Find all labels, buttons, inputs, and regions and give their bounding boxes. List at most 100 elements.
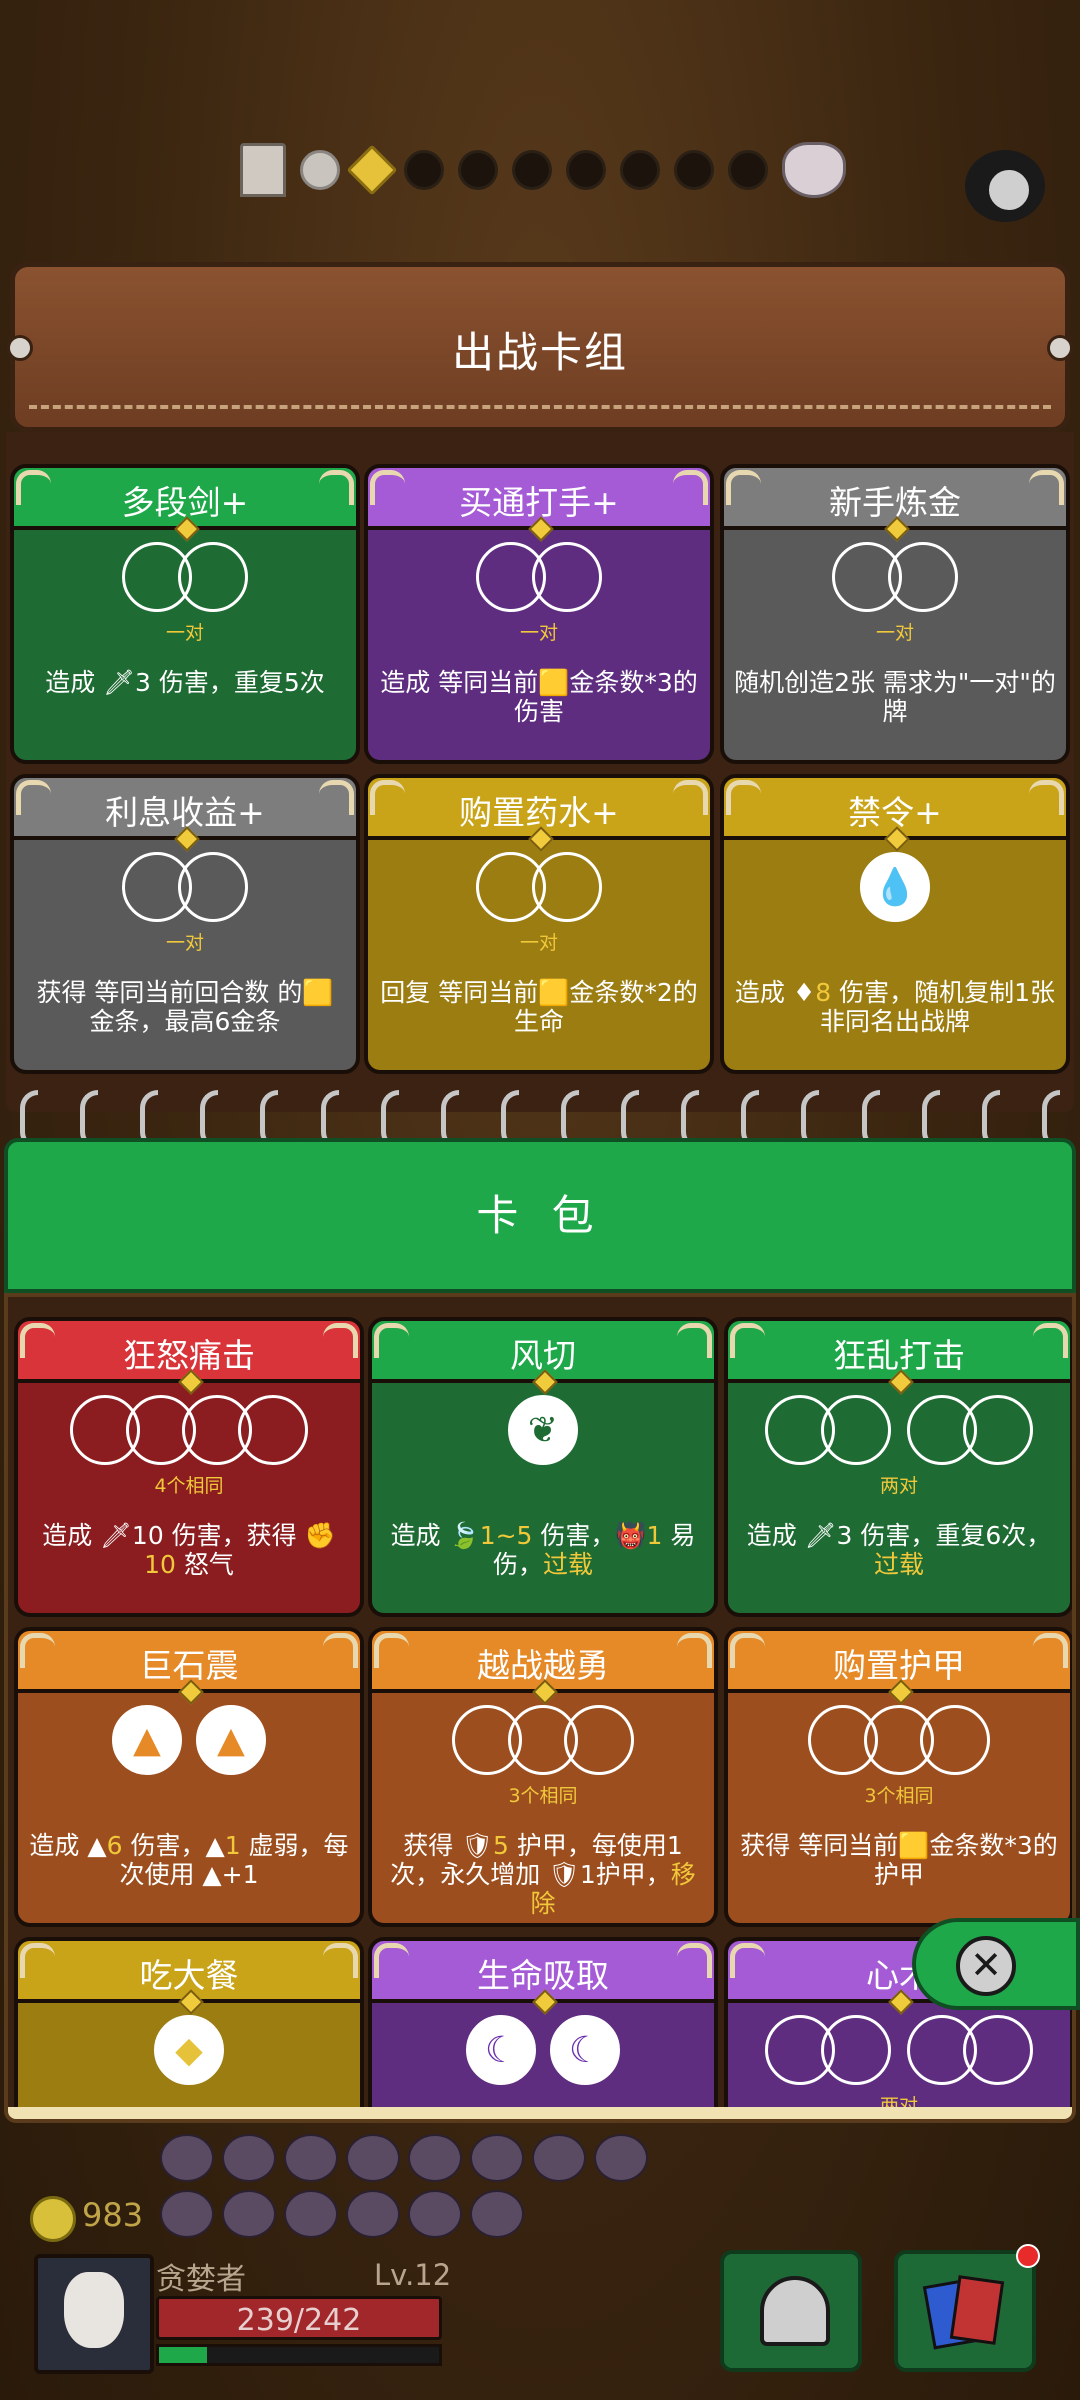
pack-card[interactable]: 风切 ❦ 造成 🍃1~5 伤害，👹1 易伤，过载 [368,1317,718,1617]
deck-banner: 出战卡组 [7,262,1073,432]
card-description: 造成 🗡3 伤害，重复6次，过载 [746,1521,1052,1579]
boss-skull-icon [782,142,846,198]
card-slots [18,1395,360,1465]
coin-icon [30,2196,76,2242]
slot-ring [178,852,248,922]
deck-card[interactable]: 多段剑+ 一对 造成 🗡3 伤害，重复5次 [10,464,360,764]
deck-card[interactable]: 新手炼金 一对 随机创造2张 需求为"一对"的牌 [720,464,1070,764]
deck-card[interactable]: 买通打手+ 一对 造成 等同当前🟨金条数*3的伤害 [364,464,714,764]
rock-icon: ▲ [196,1705,266,1775]
stage-node [458,150,498,190]
card-requirement: 4个相同 [154,1475,224,1497]
relic-icon [284,2190,338,2238]
castle-icon [240,143,286,197]
gold-amount: 983 [82,2196,144,2234]
hp-bar: 239/242 [156,2296,442,2340]
slot-ring [888,542,958,612]
relic-icon [160,2190,214,2238]
pack-header: 卡 包 [4,1138,1076,1293]
pack-card[interactable]: 巨石震 ▲ ▲ 造成 ▲6 伤害，▲1 虚弱，每次使用 ▲+1 [14,1627,364,1927]
relic-icon [222,2134,276,2182]
card-requirement: 两对 [879,2095,918,2107]
leaf-icon: ❦ [508,1395,578,1465]
pack-card[interactable]: 生命吸取 ☾ ☾ [368,1937,718,2107]
stage-node [404,150,444,190]
pack-card[interactable]: 购置护甲 3个相同 获得 等同当前🟨金条数*3的护甲 [724,1627,1072,1927]
card-slots [368,542,710,612]
relic-icon [470,2190,524,2238]
stage-node [566,150,606,190]
card-requirement: 两对 [879,1475,918,1497]
player-name: 贪婪者 [156,2262,246,2297]
deck-title: 出战卡组 [451,328,628,377]
card-slots: 💧 [724,852,1066,922]
pack-card[interactable]: 越战越勇 3个相同 获得 🛡5 护甲，每使用1次，永久增加 🛡1护甲，移除 [368,1627,718,1927]
hp-text: 239/242 [236,2303,362,2338]
card-slots: ☾ ☾ [372,2015,714,2085]
stitch-divider [29,405,1051,409]
card-requirement: 一对 [875,622,914,644]
pack-title: 卡 包 [476,1191,604,1240]
card-slots: ▲ ▲ [18,1705,360,1775]
close-button[interactable]: ✕ [912,1918,1080,2010]
card-requirement: 3个相同 [864,1785,934,1807]
card-description: 回复 等同当前🟨金条数*2的生命 [380,978,698,1036]
pack-card[interactable]: 吃大餐 ◆ [14,1937,364,2107]
card-description: 获得 等同当前回合数 的🟨金条，最高6金条 [36,978,334,1036]
card-description: 造成 等同当前🟨金条数*3的伤害 [380,668,698,726]
notification-dot [1016,2244,1040,2268]
relic-icon [284,2134,338,2182]
slot-ring [238,1395,308,1465]
deck-card[interactable]: 购置药水+ 一对 回复 等同当前🟨金条数*2的生命 [364,774,714,1074]
relic-icon [408,2134,462,2182]
card-requirement: 一对 [519,932,558,954]
player-level: Lv.12 [374,2258,452,2292]
pack-panel[interactable]: 狂怒痛击 4个相同 造成 🗡10 伤害，获得 ✊10 怒气 风切 ❦ 造成 🍃1~5 伤害… [4,1293,1076,2123]
card-slots [728,1395,1070,1465]
player-avatar[interactable] [34,2254,154,2374]
slot-ring [532,852,602,922]
deck-card[interactable]: 利息收益+ 一对 获得 等同当前回合数 的🟨金条，最高6金条 [10,774,360,1074]
moon-icon: ☾ [550,2015,620,2085]
stage-node [512,150,552,190]
relic-icon [594,2134,648,2182]
relic-icon [532,2134,586,2182]
moon-icon: ☾ [466,2015,536,2085]
card-requirement: 一对 [165,622,204,644]
relic-icon [470,2134,524,2182]
spider-icon [965,150,1045,222]
slot-ring [532,542,602,612]
card-description: 造成 🗡10 伤害，获得 ✊10 怒气 [42,1521,336,1579]
card-requirement: 一对 [165,932,204,954]
slot-ring [564,1705,634,1775]
card-slots [372,1705,714,1775]
slot-ring [178,542,248,612]
card-requirement: 一对 [519,622,558,644]
relic-icon [160,2134,214,2182]
stage-node-done [300,150,340,190]
card-slots [368,852,710,922]
card-description: 造成 ▲6 伤害，▲1 虚弱，每次使用 ▲+1 [29,1831,349,1889]
pack-card[interactable]: 狂乱打击 两对 造成 🗡3 伤害，重复6次，过载 [724,1317,1072,1617]
relic-list[interactable] [160,2134,680,2238]
stage-node-current [346,144,398,196]
relic-icon [346,2134,400,2182]
close-icon: ✕ [956,1936,1016,1996]
equipment-button[interactable] [720,2250,862,2372]
card-description: 造成 ♦8 伤害，随机复制1张非同名出战牌 [734,978,1056,1036]
card-description: 获得 等同当前🟨金条数*3的护甲 [740,1831,1058,1889]
deck-card[interactable]: 禁令+ 💧 造成 ♦8 伤害，随机复制1张非同名出战牌 [720,774,1070,1074]
water-drop-icon: 💧 [860,852,930,922]
xp-bar [156,2344,442,2366]
deck-button[interactable] [894,2244,1040,2372]
pack-card-grid: 狂怒痛击 4个相同 造成 🗡10 伤害，获得 ✊10 怒气 风切 ❦ 造成 🍃1~5 伤害… [8,1297,1072,2107]
card-slots [14,542,356,612]
card-description: 造成 🍃1~5 伤害，👹1 易伤，过载 [390,1521,696,1579]
pack-card[interactable]: 狂怒痛击 4个相同 造成 🗡10 伤害，获得 ✊10 怒气 [14,1317,364,1617]
stage-node [728,150,768,190]
card-slots [14,852,356,922]
relic-icon [346,2190,400,2238]
slot-ring [920,1705,990,1775]
helmet-icon [760,2276,830,2346]
xp-fill [159,2347,207,2363]
